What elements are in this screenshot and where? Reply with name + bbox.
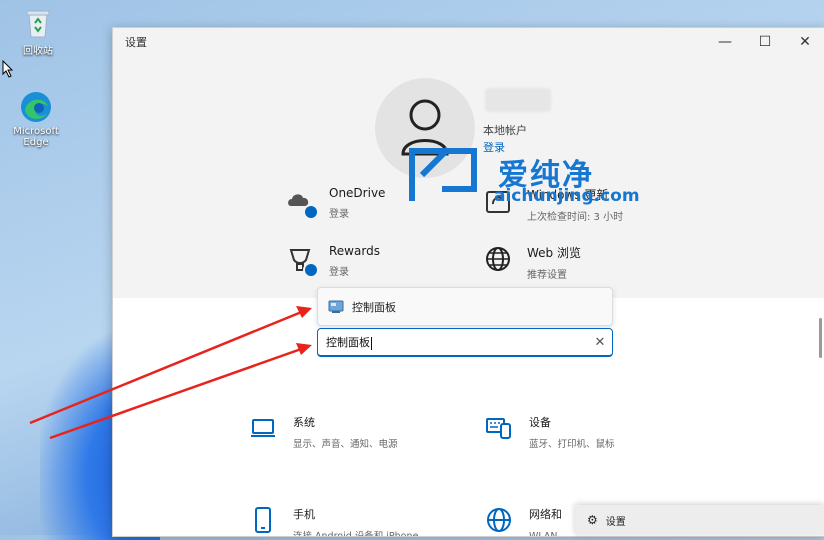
category-subtitle: 显示、声音、通知、电源 xyxy=(293,439,398,450)
gear-icon: ⚙ xyxy=(587,513,598,527)
popup-label: 设置 xyxy=(605,516,626,528)
desktop-icon-edge[interactable]: Microsoft Edge xyxy=(6,90,66,148)
tile-subtitle: 上次检查时间: 3 小时 xyxy=(527,212,624,223)
window-title: 设置 xyxy=(125,36,147,49)
close-button[interactable]: ✕ xyxy=(785,28,824,56)
edge-icon xyxy=(19,90,53,124)
scrollbar-thumb[interactable] xyxy=(819,318,822,358)
account-name-redacted xyxy=(485,88,551,112)
category-network[interactable]: 网络和 WLAN、 xyxy=(485,506,568,537)
category-title: 网络和 xyxy=(529,508,562,521)
desktop-icon-recycle-bin[interactable]: 回收站 xyxy=(8,6,68,57)
tile-rewards[interactable]: Rewards 登录 xyxy=(285,244,380,278)
category-title: 设备 xyxy=(529,416,551,429)
laptop-icon xyxy=(249,414,277,442)
category-phone[interactable]: 手机 连接 Android 设备和 iPhone xyxy=(249,506,419,537)
watermark-url: aichunjing.com xyxy=(494,186,640,206)
desktop-icon-label: 回收站 xyxy=(23,46,53,57)
tile-web-browsing[interactable]: Web 浏览 推荐设置 xyxy=(483,244,581,281)
category-system[interactable]: 系统 显示、声音、通知、电源 xyxy=(249,414,398,450)
title-bar: 设置 — ☐ ✕ xyxy=(113,28,824,56)
tile-onedrive[interactable]: OneDrive 登录 xyxy=(285,186,385,220)
phone-icon xyxy=(249,506,277,534)
desktop-icon-label: Microsoft Edge xyxy=(13,126,59,148)
mouse-cursor-icon xyxy=(2,60,14,78)
trophy-icon xyxy=(285,244,319,278)
cloud-icon xyxy=(285,186,319,220)
tile-subtitle: 登录 xyxy=(329,267,349,278)
category-title: 系统 xyxy=(293,416,315,429)
tile-title: OneDrive xyxy=(329,186,386,200)
tile-title: Web 浏览 xyxy=(527,246,581,260)
settings-search-box[interactable]: 控制面板 ✕ xyxy=(317,328,613,357)
control-panel-icon xyxy=(328,300,344,314)
tile-title: Rewards xyxy=(329,244,380,258)
category-subtitle: 连接 Android 设备和 iPhone xyxy=(293,531,419,537)
search-input-value[interactable]: 控制面板 xyxy=(326,336,370,349)
taskbar-popup[interactable]: ⚙ 设置 xyxy=(575,505,824,535)
text-caret xyxy=(371,336,372,350)
devices-icon xyxy=(485,414,513,442)
search-suggestion-label: 控制面板 xyxy=(352,300,396,314)
tile-subtitle: 登录 xyxy=(329,209,349,220)
category-devices[interactable]: 设备 蓝牙、打印机、鼠标 xyxy=(485,414,615,450)
network-icon xyxy=(485,506,513,534)
settings-window: 设置 — ☐ ✕ 本地帐户 登录 OneDrive 登录 Windows 更新 … xyxy=(112,27,824,537)
recycle-bin-icon xyxy=(21,6,55,40)
rewards-badge xyxy=(303,262,319,278)
clear-search-button[interactable]: ✕ xyxy=(588,335,612,350)
category-title: 手机 xyxy=(293,508,315,521)
search-suggestion-item[interactable]: 控制面板 xyxy=(317,287,613,326)
tile-subtitle: 推荐设置 xyxy=(527,270,567,281)
category-subtitle: 蓝牙、打印机、鼠标 xyxy=(529,439,615,450)
onedrive-badge xyxy=(303,204,319,220)
maximize-button[interactable]: ☐ xyxy=(745,28,785,56)
account-name: 本地帐户 xyxy=(483,124,527,137)
category-subtitle: WLAN、 xyxy=(529,531,568,537)
globe-icon xyxy=(483,244,513,274)
minimize-button[interactable]: — xyxy=(705,28,745,56)
window-scrollbar[interactable] xyxy=(815,68,824,368)
